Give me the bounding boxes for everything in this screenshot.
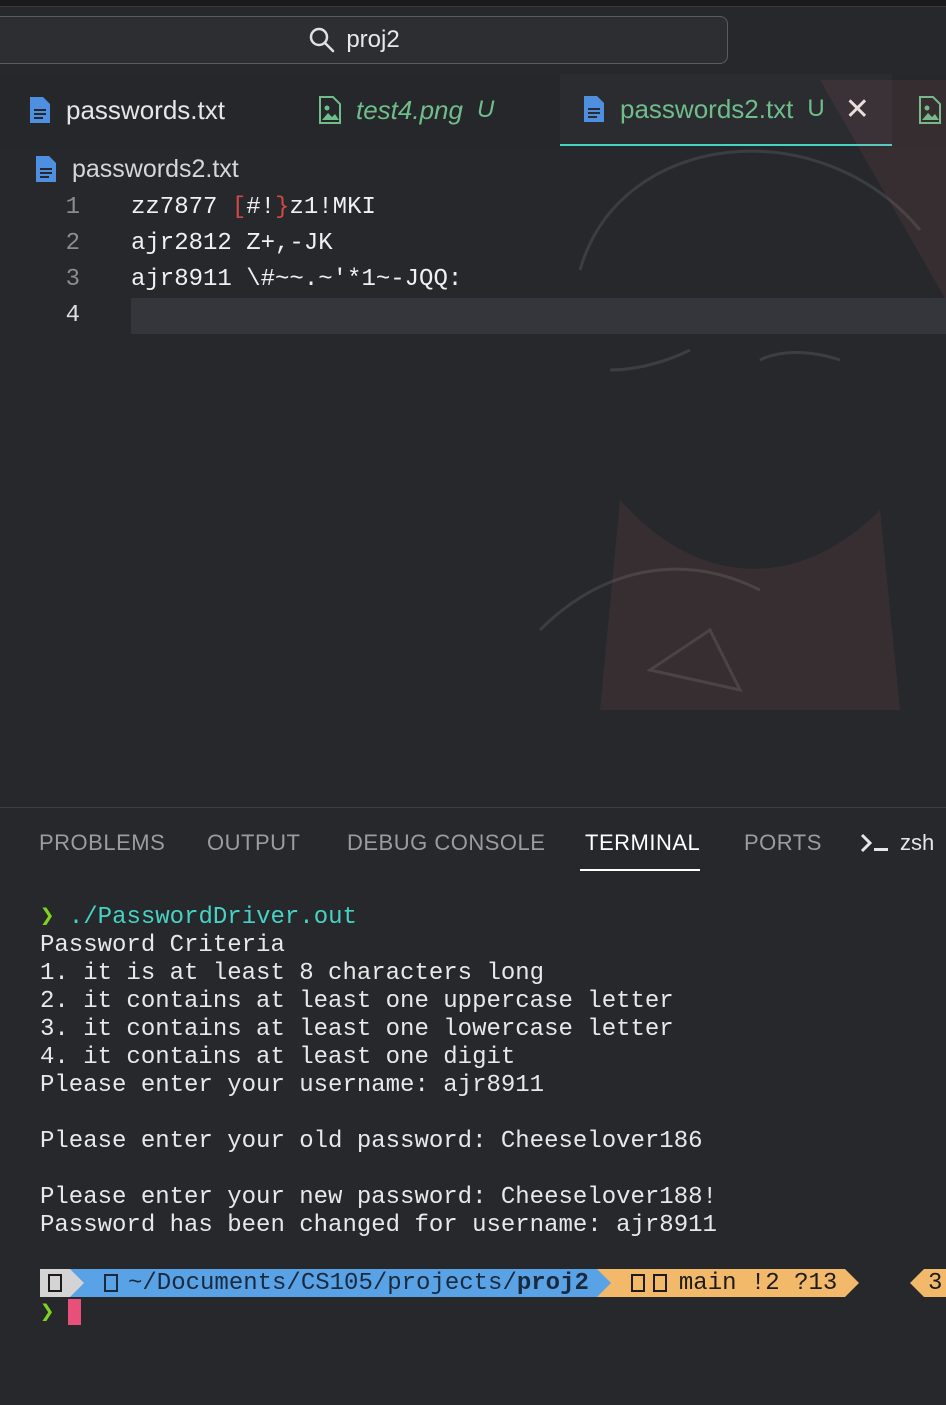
terminal-output[interactable]: ❯ ./PasswordDriver.out Password Criteria… — [40, 904, 717, 1240]
line-number: 1 — [65, 194, 80, 221]
terminal-shell-selector[interactable]: zsh — [860, 830, 934, 856]
tab-label: passwords2.txt — [620, 93, 794, 124]
active-tab-indicator — [580, 869, 700, 871]
input-prompt[interactable]: ❯ — [40, 1298, 82, 1327]
tab-ports[interactable]: PORTS — [744, 830, 822, 856]
os-segment — [40, 1269, 70, 1297]
terminal-line: Please enter your old password: Cheeselo… — [40, 1128, 703, 1155]
text-file-icon — [30, 97, 50, 123]
segment-separator — [596, 1269, 611, 1297]
lock-icon — [630, 1274, 645, 1292]
right-prompt-segment: 3 — [910, 1269, 946, 1297]
tab-terminal[interactable]: TERMINAL — [585, 830, 700, 856]
terminal-line: Password Criteria — [40, 932, 285, 959]
text-file-icon — [584, 96, 604, 122]
segment-separator — [845, 1269, 860, 1297]
terminal-line: Please enter your new password: Cheeselo… — [40, 1184, 717, 1211]
terminal-line: Password has been changed for username: … — [40, 1212, 717, 1239]
tab-overflow[interactable] — [918, 74, 942, 146]
path-current: proj2 — [516, 1269, 589, 1297]
line-number: 2 — [65, 230, 80, 257]
line-text: ajr2812 Z+,-JK — [131, 230, 333, 257]
segment-separator — [910, 1269, 924, 1297]
code-editor[interactable]: 1 zz7877 [#!}z1!MKI 2 ajr2812 Z+,-JK 3 a… — [0, 190, 946, 805]
tab-passwords-txt[interactable]: passwords.txt — [28, 74, 225, 146]
exit-status: 3 — [924, 1269, 946, 1297]
terminal-command: ./PasswordDriver.out — [68, 904, 357, 931]
tab-output[interactable]: OUTPUT — [207, 830, 300, 856]
tab-label: test4.png — [356, 94, 463, 125]
prompt-arrow: ❯ — [40, 904, 55, 931]
image-file-icon — [919, 96, 941, 124]
terminal-line: 1. it is at least 8 characters long — [40, 960, 545, 987]
panel-tabs: PROBLEMS OUTPUT DEBUG CONSOLE TERMINAL P… — [0, 808, 946, 878]
git-branch: main — [678, 1269, 737, 1297]
terminal-line: 4. it contains at least one digit — [40, 1044, 516, 1071]
prompt-arrow: ❯ — [40, 1300, 55, 1327]
path-prefix: ~/Documents/CS105/projects/ — [128, 1269, 517, 1297]
shell-name: zsh — [900, 830, 935, 855]
editor-tabs: passwords.txt test4.png U passwords2.txt… — [0, 74, 946, 148]
untracked-badge: U — [476, 96, 495, 123]
prompt-powerline: ~/Documents/CS105/projects/proj2 main !2… — [40, 1269, 860, 1297]
title-strip — [0, 0, 946, 7]
tab-label: passwords.txt — [66, 94, 225, 125]
path-segment: ~/Documents/CS105/projects/proj2 — [84, 1269, 597, 1297]
tab-test4-png[interactable]: test4.png U — [318, 74, 494, 146]
editor-line: 1 zz7877 [#!}z1!MKI — [0, 190, 946, 226]
search-query: proj2 — [346, 26, 400, 53]
terminal-line: 2. it contains at least one uppercase le… — [40, 988, 674, 1015]
terminal-icon — [860, 833, 888, 853]
terminal-cursor — [68, 1299, 82, 1325]
breadcrumb-file: passwords2.txt — [72, 154, 239, 183]
git-branch-icon — [652, 1274, 667, 1292]
image-file-icon — [319, 96, 341, 124]
command-center-search[interactable]: proj2 — [0, 16, 728, 64]
git-status: !2 ?13 — [750, 1269, 838, 1297]
search-icon — [310, 27, 335, 53]
editor-line: 3 ajr8911 \#~~.~'*1~-JQQ: — [0, 262, 946, 298]
tab-debug-console[interactable]: DEBUG CONSOLE — [347, 830, 545, 856]
folder-icon — [104, 1274, 118, 1292]
terminal-line: Please enter your username: ajr8911 — [40, 1072, 545, 1099]
tab-problems[interactable]: PROBLEMS — [39, 830, 165, 856]
editor-line: 2 ajr2812 Z+,-JK — [0, 226, 946, 262]
terminal-line: 3. it contains at least one lowercase le… — [40, 1016, 674, 1043]
segment-separator — [70, 1269, 84, 1297]
line-text: zz7877 [#!}z1!MKI — [131, 194, 376, 221]
breadcrumb[interactable]: passwords2.txt — [34, 152, 239, 186]
line-number: 3 — [65, 266, 80, 293]
line-number: 4 — [65, 302, 80, 329]
line-text: ajr8911 \#~~.~'*1~-JQQ: — [131, 266, 463, 293]
apple-icon — [48, 1274, 62, 1292]
editor-line: 4 — [0, 298, 946, 334]
text-file-icon — [36, 156, 56, 182]
close-icon[interactable]: ✕ — [845, 92, 870, 127]
git-segment: main !2 ?13 — [610, 1269, 846, 1297]
untracked-badge: U — [807, 95, 825, 122]
tab-passwords2-txt[interactable]: passwords2.txt U ✕ — [560, 74, 892, 146]
